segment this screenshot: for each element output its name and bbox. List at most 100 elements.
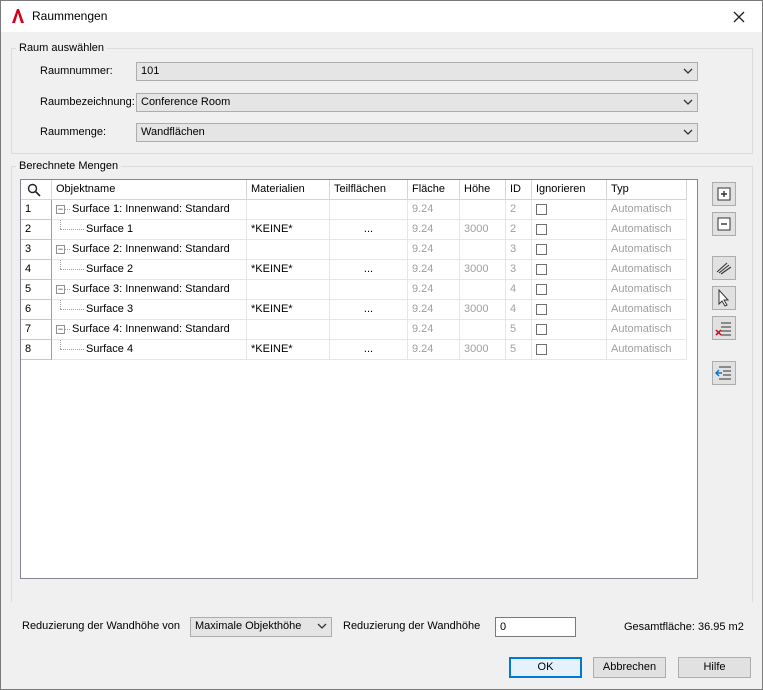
object-name-cell[interactable]: Surface 3 [52, 300, 247, 320]
subarea-cell[interactable]: ... [330, 300, 408, 320]
area-cell[interactable]: 9.24 [408, 200, 460, 220]
subarea-cell[interactable]: ... [330, 260, 408, 280]
remove-row-button[interactable] [712, 316, 736, 340]
ignore-checkbox[interactable] [536, 244, 547, 255]
material-cell[interactable]: *KEINE* [247, 220, 330, 240]
type-cell[interactable]: Automatisch [607, 300, 687, 320]
area-cell[interactable]: 9.24 [408, 280, 460, 300]
col-header-id[interactable]: ID [506, 180, 532, 200]
tree-collapse-icon[interactable]: − [56, 285, 65, 294]
subarea-cell[interactable]: ... [330, 340, 408, 360]
select-objects-button[interactable] [712, 256, 736, 280]
row-number[interactable]: 3 [21, 240, 52, 260]
material-cell[interactable] [247, 320, 330, 340]
object-name-cell[interactable]: Surface 4 [52, 340, 247, 360]
ignore-checkbox[interactable] [536, 204, 547, 215]
ignore-cell[interactable] [532, 240, 607, 260]
id-cell[interactable]: 4 [506, 280, 532, 300]
object-name-cell[interactable]: − Surface 4: Innenwand: Standard [52, 320, 247, 340]
tree-collapse-icon[interactable]: − [56, 205, 65, 214]
id-cell[interactable]: 5 [506, 340, 532, 360]
object-name-cell[interactable]: − Surface 3: Innenwand: Standard [52, 280, 247, 300]
id-cell[interactable]: 2 [506, 220, 532, 240]
row-number[interactable]: 2 [21, 220, 52, 240]
type-cell[interactable]: Automatisch [607, 200, 687, 220]
type-cell[interactable]: Automatisch [607, 280, 687, 300]
row-number[interactable]: 8 [21, 340, 52, 360]
height-cell[interactable] [460, 280, 506, 300]
expand-all-button[interactable] [712, 182, 736, 206]
ignore-checkbox[interactable] [536, 344, 547, 355]
height-cell[interactable] [460, 200, 506, 220]
id-cell[interactable]: 3 [506, 240, 532, 260]
type-cell[interactable]: Automatisch [607, 240, 687, 260]
object-name-cell[interactable]: Surface 2 [52, 260, 247, 280]
col-header-objektname[interactable]: Objektname [52, 180, 247, 200]
height-cell[interactable] [460, 320, 506, 340]
id-cell[interactable]: 2 [506, 200, 532, 220]
cancel-button[interactable]: Abbrechen [593, 657, 666, 678]
ignore-checkbox[interactable] [536, 224, 547, 235]
material-cell[interactable]: *KEINE* [247, 340, 330, 360]
ignore-cell[interactable] [532, 320, 607, 340]
row-number[interactable]: 4 [21, 260, 52, 280]
col-header-teilflaechen[interactable]: Teilflächen [330, 180, 408, 200]
help-button[interactable]: Hilfe [678, 657, 751, 678]
area-cell[interactable]: 9.24 [408, 220, 460, 240]
ignore-cell[interactable] [532, 260, 607, 280]
type-cell[interactable]: Automatisch [607, 320, 687, 340]
tree-collapse-icon[interactable]: − [56, 325, 65, 334]
type-cell[interactable]: Automatisch [607, 260, 687, 280]
ignore-cell[interactable] [532, 340, 607, 360]
type-cell[interactable]: Automatisch [607, 220, 687, 240]
area-cell[interactable]: 9.24 [408, 340, 460, 360]
height-cell[interactable]: 3000 [460, 220, 506, 240]
row-number[interactable]: 6 [21, 300, 52, 320]
raumbezeichnung-select[interactable]: Conference Room [136, 93, 698, 112]
grid-search-header[interactable] [21, 180, 52, 200]
subarea-cell[interactable]: ... [330, 220, 408, 240]
area-cell[interactable]: 9.24 [408, 320, 460, 340]
pick-object-button[interactable] [712, 286, 736, 310]
ignore-checkbox[interactable] [536, 324, 547, 335]
ok-button[interactable]: OK [509, 657, 582, 678]
raumnummer-select[interactable]: 101 [136, 62, 698, 81]
reduction-input[interactable]: 0 [495, 617, 576, 637]
height-cell[interactable]: 3000 [460, 260, 506, 280]
height-cell[interactable] [460, 240, 506, 260]
area-cell[interactable]: 9.24 [408, 240, 460, 260]
row-number[interactable]: 5 [21, 280, 52, 300]
insert-row-button[interactable] [712, 361, 736, 385]
subarea-cell[interactable] [330, 240, 408, 260]
collapse-all-button[interactable] [712, 212, 736, 236]
raummenge-select[interactable]: Wandflächen [136, 123, 698, 142]
type-cell[interactable]: Automatisch [607, 340, 687, 360]
col-header-ignorieren[interactable]: Ignorieren [532, 180, 607, 200]
ignore-cell[interactable] [532, 220, 607, 240]
quantities-grid[interactable]: Objektname Materialien Teilflächen Fläch… [20, 179, 698, 579]
object-name-cell[interactable]: − Surface 1: Innenwand: Standard [52, 200, 247, 220]
subarea-cell[interactable] [330, 200, 408, 220]
area-cell[interactable]: 9.24 [408, 260, 460, 280]
id-cell[interactable]: 4 [506, 300, 532, 320]
ignore-cell[interactable] [532, 300, 607, 320]
ignore-cell[interactable] [532, 280, 607, 300]
reduction-from-select[interactable]: Maximale Objekthöhe [190, 617, 332, 637]
col-header-materialien[interactable]: Materialien [247, 180, 330, 200]
material-cell[interactable] [247, 200, 330, 220]
material-cell[interactable] [247, 280, 330, 300]
subarea-cell[interactable] [330, 320, 408, 340]
height-cell[interactable]: 3000 [460, 340, 506, 360]
id-cell[interactable]: 5 [506, 320, 532, 340]
material-cell[interactable]: *KEINE* [247, 260, 330, 280]
object-name-cell[interactable]: − Surface 2: Innenwand: Standard [52, 240, 247, 260]
subarea-cell[interactable] [330, 280, 408, 300]
height-cell[interactable]: 3000 [460, 300, 506, 320]
id-cell[interactable]: 3 [506, 260, 532, 280]
area-cell[interactable]: 9.24 [408, 300, 460, 320]
ignore-cell[interactable] [532, 200, 607, 220]
ignore-checkbox[interactable] [536, 284, 547, 295]
row-number[interactable]: 1 [21, 200, 52, 220]
object-name-cell[interactable]: Surface 1 [52, 220, 247, 240]
ignore-checkbox[interactable] [536, 264, 547, 275]
